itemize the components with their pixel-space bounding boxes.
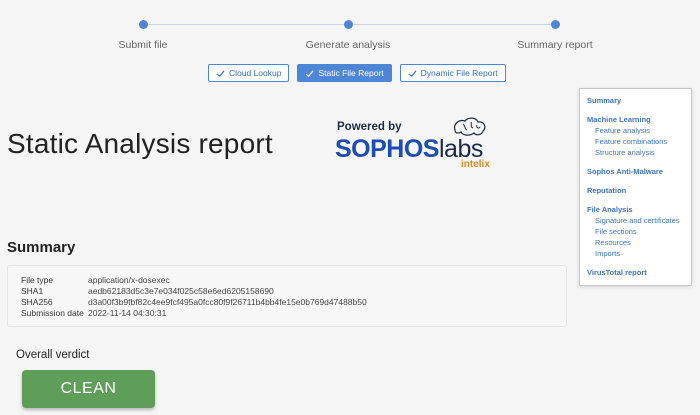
- nav-structure-analysis[interactable]: Structure analysis: [587, 147, 684, 158]
- step-generate-analysis: Generate analysis: [278, 20, 418, 51]
- row-key: File type: [21, 275, 54, 285]
- brand-name: SOPHOS: [335, 135, 439, 163]
- report-tabs: Cloud Lookup Static File Report Dynamic …: [208, 64, 506, 82]
- check-icon: [216, 69, 225, 77]
- nav-file-analysis[interactable]: File Analysis: [587, 204, 684, 215]
- brain-icon: [454, 117, 486, 136]
- step-submit-file: Submit file: [73, 20, 213, 51]
- row-value: d3a00f3b9fbf82c4ee9fcf495a0fcc80f9f26711…: [88, 297, 367, 307]
- summary-heading: Summary: [7, 239, 76, 256]
- summary-row-file-type: File type application/x-dosexec: [21, 275, 553, 286]
- summary-row-sha1: SHA1 aedb62183d5c3e7e034f025c58e6ed62051…: [21, 286, 553, 297]
- tab-static-file-report[interactable]: Static File Report: [297, 64, 392, 82]
- verdict-badge: CLEAN: [22, 370, 155, 408]
- nav-summary[interactable]: Summary: [587, 95, 684, 106]
- row-key: Submission date: [21, 308, 84, 318]
- nav-sophos-anti-malware[interactable]: Sophos Anti-Malware: [587, 166, 684, 177]
- step-label: Summary report: [517, 39, 593, 51]
- summary-row-submission-date: Submission date 2022-11-14 04:30:31: [21, 308, 553, 319]
- summary-row-sha256: SHA256 d3a00f3b9fbf82c4ee9fcf495a0fcc80f…: [21, 297, 553, 308]
- step-label: Submit file: [118, 39, 168, 51]
- check-icon: [408, 69, 417, 77]
- sophoslabs-intelix-logo: Powered by SOPHOSlabs intelix: [333, 116, 503, 172]
- tab-dynamic-file-report[interactable]: Dynamic File Report: [399, 64, 506, 82]
- progress-stepper: Submit file Generate analysis Summary re…: [0, 0, 700, 60]
- row-value: application/x-dosexec: [88, 275, 170, 285]
- row-value: aedb62183d5c3e7e034f025c58e6ed6205158690: [88, 286, 274, 296]
- page-title: Static Analysis report: [7, 128, 273, 159]
- step-dot-icon: [343, 20, 353, 29]
- verdict-heading: Overall verdict: [16, 349, 90, 361]
- product-name: intelix: [461, 159, 490, 170]
- tab-label: Dynamic File Report: [420, 68, 498, 78]
- nav-signature-and-certificates[interactable]: Signature and certificates: [587, 215, 684, 226]
- nav-feature-combinations[interactable]: Feature combinations: [587, 136, 684, 147]
- nav-file-sections[interactable]: File sections: [587, 226, 684, 237]
- nav-feature-analysis[interactable]: Feature analysis: [587, 125, 684, 136]
- nav-reputation[interactable]: Reputation: [587, 185, 684, 196]
- row-key: SHA256: [21, 297, 53, 307]
- tab-cloud-lookup[interactable]: Cloud Lookup: [208, 64, 290, 82]
- powered-by-label: Powered by: [337, 121, 402, 133]
- nav-imports[interactable]: Imports: [587, 248, 684, 259]
- check-icon: [305, 69, 315, 77]
- step-dot-icon: [550, 20, 560, 29]
- step-label: Generate analysis: [305, 39, 391, 51]
- tab-label: Cloud Lookup: [229, 68, 282, 78]
- row-key: SHA1: [21, 286, 44, 296]
- summary-table: File type application/x-dosexec SHA1 aed…: [7, 265, 567, 327]
- nav-virustotal-report[interactable]: VirusTotal report: [587, 267, 684, 278]
- step-summary-report: Summary report: [485, 20, 625, 51]
- step-dot-icon: [138, 20, 148, 29]
- row-value: 2022-11-14 04:30:31: [88, 308, 167, 318]
- nav-resources[interactable]: Resources: [587, 237, 684, 248]
- report-navigation: Summary Machine Learning Feature analysi…: [579, 88, 692, 286]
- nav-machine-learning[interactable]: Machine Learning: [587, 114, 684, 125]
- tab-label: Static File Report: [318, 68, 384, 78]
